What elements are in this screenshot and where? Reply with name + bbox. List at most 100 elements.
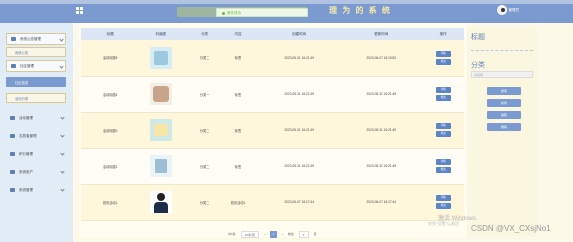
column-header-created[interactable]: 创建时间	[258, 28, 341, 40]
page-jump-input[interactable]: 1	[298, 230, 309, 238]
bell-icon	[11, 37, 16, 41]
data-table: 标题 封面图 分类 内容 创建时间 更新时间 操作 活动标题5 分类二 标签 2023…	[81, 28, 464, 221]
cell-actions: 详情 修改	[422, 76, 464, 113]
column-header-updated[interactable]: 更新时间	[340, 28, 423, 40]
search-panel: 标题 分类 请选择 搜索 新增 编辑 删除	[467, 28, 537, 236]
chevron-down-icon	[60, 187, 65, 192]
next-page-icon[interactable]: ›	[282, 232, 283, 236]
cell-updated: 2023-05-31 16:21:49	[340, 148, 423, 185]
cell-cover	[130, 148, 192, 185]
page-size-select[interactable]: 10条/页	[240, 230, 259, 238]
row-checkbox[interactable]	[81, 112, 90, 149]
row-checkbox[interactable]	[81, 148, 90, 185]
cell-cover	[130, 40, 192, 77]
prev-page-icon[interactable]: ‹	[264, 232, 265, 236]
sidebar-item-system[interactable]: 系统管理	[6, 184, 66, 196]
select-all-checkbox[interactable]	[81, 28, 90, 40]
column-header-actions: 操作	[422, 28, 464, 40]
sidebar-item-points[interactable]: 积分管理	[6, 148, 66, 160]
cell-created: 2023-05-31 16:21:49	[258, 112, 341, 149]
check-icon	[222, 11, 225, 15]
chevron-down-icon	[60, 115, 65, 120]
sidebar-item-community[interactable]: 社区管理	[6, 60, 66, 72]
modify-button[interactable]: 修改	[435, 203, 451, 209]
page-number-current[interactable]: 1	[269, 230, 277, 238]
avatar[interactable]	[496, 5, 507, 15]
sidebar-item-label: 社区管理	[20, 63, 34, 68]
main-content: 标题 封面图 分类 内容 创建时间 更新时间 操作 活动标题5 分类二 标签 2023…	[73, 23, 573, 242]
table-row[interactable]: 活动标题1 分类二 标签 2023-05-31 16:21:49 2023-05-31 …	[81, 148, 464, 185]
sidebar-subitem-announcement[interactable]: 系统公告	[6, 47, 66, 57]
row-checkbox[interactable]	[81, 76, 90, 113]
cell-updated: 2023-05-31 16:21:49	[340, 76, 423, 113]
user-menu[interactable]: 管理员	[496, 5, 520, 15]
modify-button[interactable]: 修改	[435, 95, 451, 101]
table-row[interactable]: 活动标题3 分类二 标签 2023-05-31 16:21:49 2023-05-31 …	[81, 112, 464, 149]
gear-icon	[10, 188, 15, 192]
cover-thumbnail[interactable]	[149, 83, 172, 105]
sidebar-item-label: 积分管理	[19, 151, 33, 156]
detail-button[interactable]: 详情	[435, 50, 451, 57]
system-title: 理 为 的 系 统	[329, 6, 392, 15]
cell-category: 分类二	[191, 148, 218, 185]
row-checkbox[interactable]	[81, 40, 90, 77]
success-toast: 操作成功	[216, 8, 308, 17]
user-name[interactable]: 管理员	[509, 8, 520, 13]
user-icon	[10, 134, 15, 138]
edit-button[interactable]: 编辑	[487, 111, 521, 119]
chevron-down-icon	[60, 169, 65, 174]
sidebar-item-announcement[interactable]: 系统公告管理	[6, 33, 66, 45]
cell-cover	[130, 112, 192, 149]
toast-text: 操作成功	[227, 11, 241, 15]
cell-created: 2023-06-07 16:17:44	[258, 184, 341, 221]
cell-cover	[130, 76, 192, 113]
modify-button[interactable]: 修改	[435, 131, 451, 137]
detail-button[interactable]: 详情	[435, 195, 451, 201]
cell-category: 分类二	[191, 40, 218, 77]
cell-actions: 详情 修改	[422, 112, 464, 149]
cell-created: 2023-05-31 16:21:49	[258, 148, 341, 185]
menu-grid-icon[interactable]	[76, 7, 83, 14]
cover-thumbnail[interactable]	[149, 46, 172, 69]
chevron-down-icon	[60, 133, 65, 138]
cell-title: 活动标题5	[90, 40, 131, 77]
sidebar-item-label: 活动分类	[15, 96, 29, 101]
detail-button[interactable]: 详情	[435, 123, 451, 129]
table-row[interactable]: 活动标题5 分类二 标签 2023-05-31 16:21:49 2023-06-07 …	[81, 40, 464, 77]
title-input-line[interactable]	[471, 50, 533, 51]
sidebar-item-volunteer[interactable]: 志愿者管理	[6, 130, 66, 142]
cell-updated: 2023-05-31 16:21:49	[340, 112, 423, 149]
sidebar-item-label: 系统用户	[19, 169, 33, 174]
cell-updated: 2023-06-07 16:17:44	[340, 184, 423, 221]
users-icon	[10, 170, 15, 174]
row-checkbox[interactable]	[81, 184, 90, 221]
sidebar: 系统公告管理 系统公告 社区管理 社区信息 活动分类 活动管理 志愿者管理 积分…	[0, 23, 73, 242]
column-header-content[interactable]: 内容	[217, 28, 259, 40]
modify-button[interactable]: 修改	[435, 58, 451, 65]
cover-thumbnail[interactable]	[149, 119, 172, 141]
delete-button[interactable]: 删除	[487, 123, 521, 131]
sidebar-item-activity[interactable]: 活动管理	[6, 112, 66, 124]
cover-thumbnail[interactable]	[149, 155, 172, 177]
cell-cover	[130, 184, 192, 221]
sidebar-item-users[interactable]: 系统用户	[6, 166, 66, 178]
search-title-label: 标题	[471, 34, 485, 41]
sidebar-item-label: 社区信息	[15, 80, 29, 85]
modify-button[interactable]: 修改	[435, 167, 451, 173]
column-header-category[interactable]: 分类	[191, 28, 218, 40]
detail-button[interactable]: 详情	[435, 87, 451, 93]
table-row[interactable]: 活动标题4 分类一 标签 2023-05-31 16:21:49 2023-05-31 …	[81, 76, 464, 113]
chevron-down-icon	[60, 151, 65, 156]
category-select[interactable]: 请选择	[471, 71, 533, 78]
column-header-title[interactable]: 标题	[90, 28, 131, 40]
table-row[interactable]: 首页活动1 分类二 首页活动1 2023-06-07 16:17:44 2023-06-…	[81, 184, 464, 221]
sidebar-subitem-activity-category[interactable]: 活动分类	[6, 93, 66, 103]
search-button[interactable]: 搜索	[487, 87, 521, 95]
add-button[interactable]: 新增	[487, 99, 521, 107]
app-root: 操作成功 理 为 的 系 统 管理员 系统公告管理 系统公告 社区管理 社区信息…	[0, 0, 573, 242]
cover-thumbnail[interactable]	[149, 191, 172, 213]
sidebar-item-label: 志愿者管理	[19, 133, 37, 138]
detail-button[interactable]: 详情	[435, 159, 451, 165]
sidebar-subitem-community-info[interactable]: 社区信息	[6, 77, 66, 87]
chevron-down-icon	[59, 64, 64, 69]
